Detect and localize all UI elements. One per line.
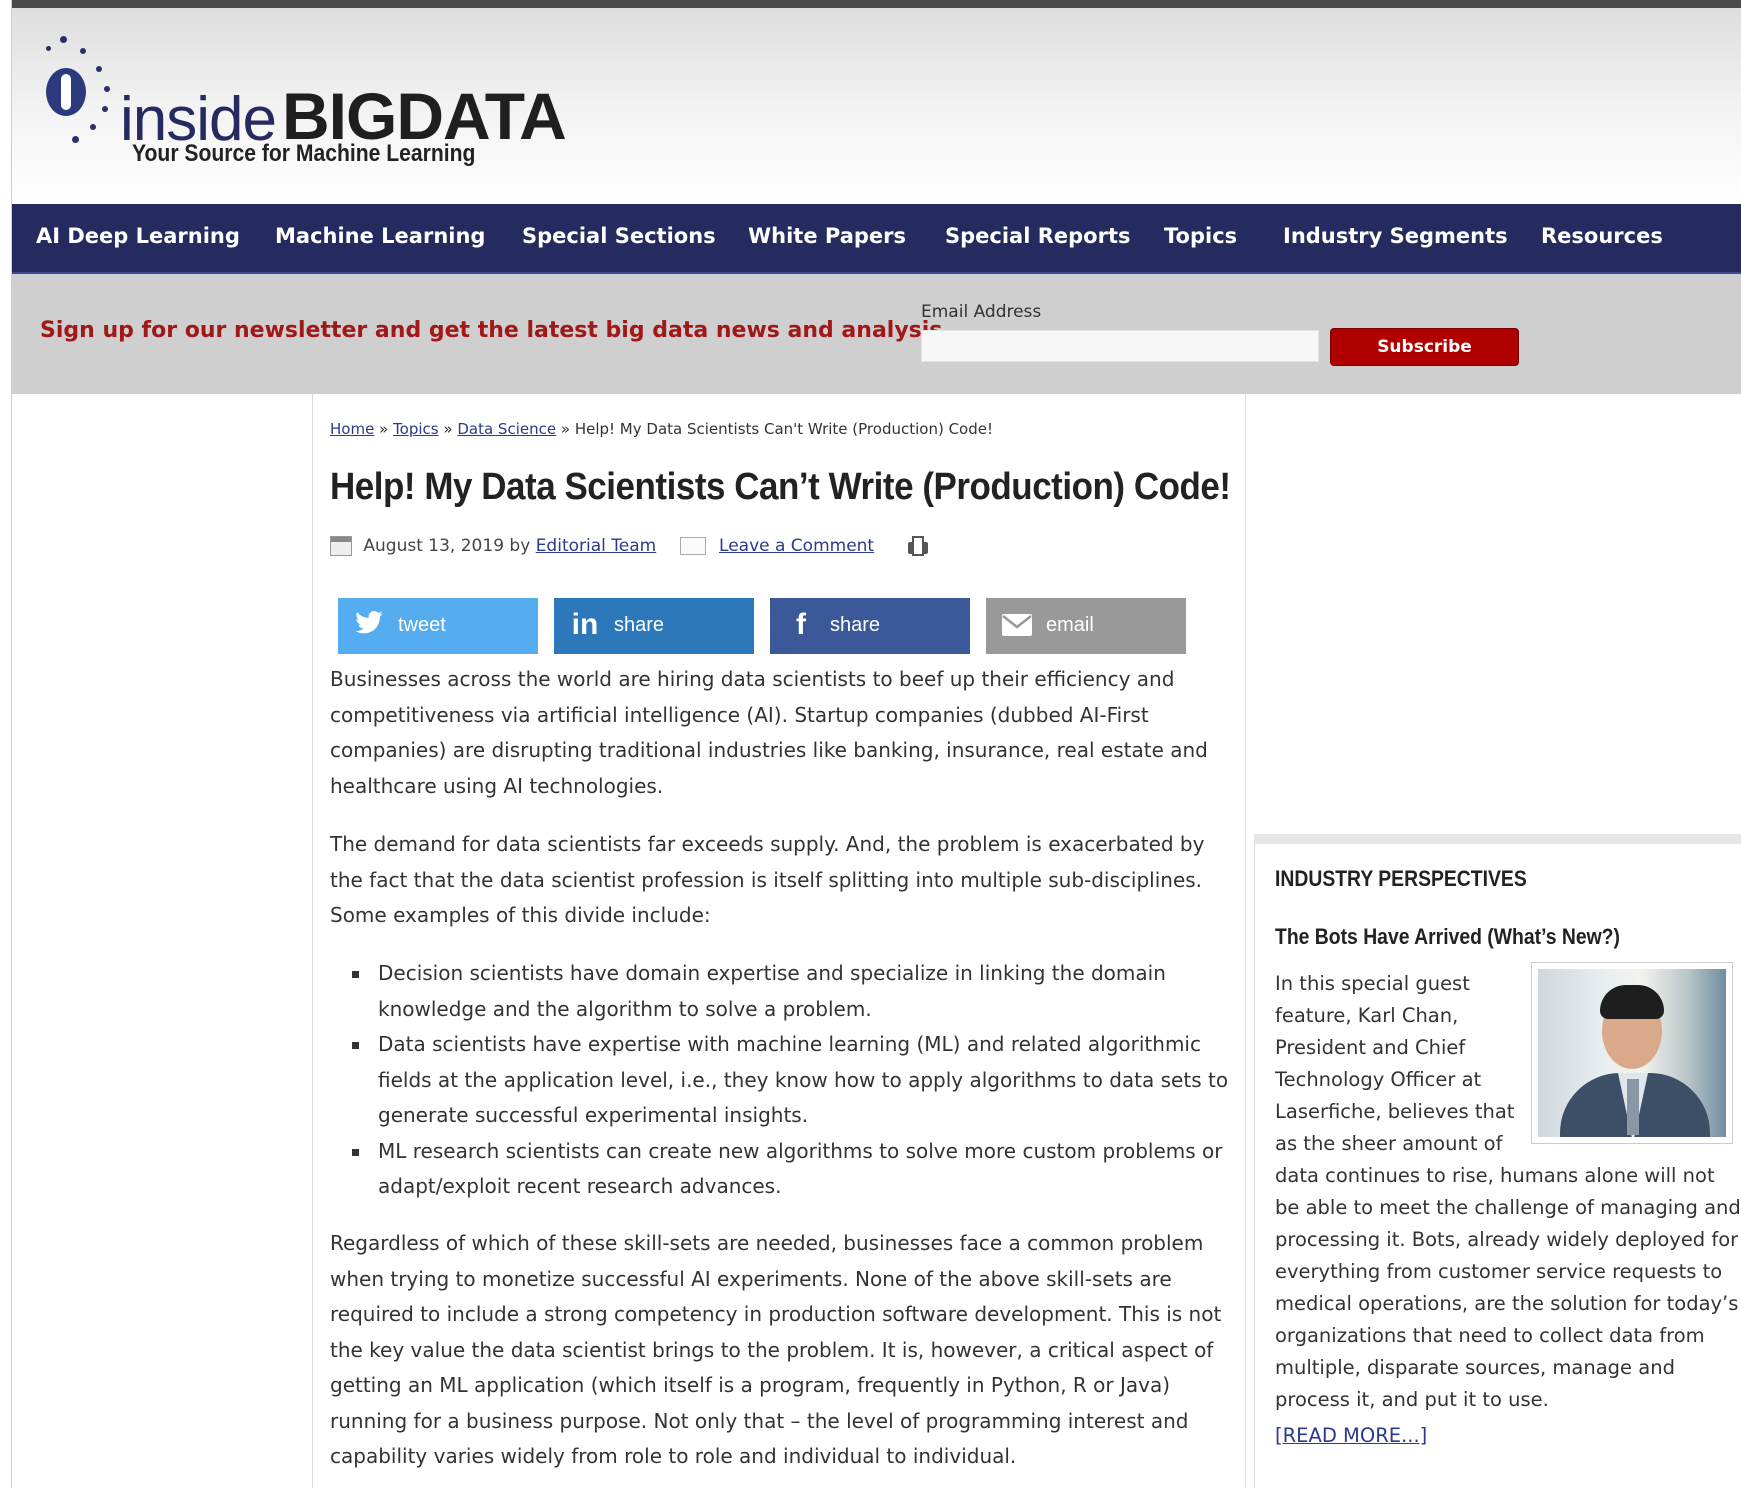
newsletter-text: Sign up for our newsletter and get the l… xyxy=(40,318,951,343)
sidebar-divider xyxy=(1254,834,1741,844)
window-top-border xyxy=(0,0,1741,8)
article-title: Help! My Data Scientists Can’t Write (Pr… xyxy=(330,466,1231,508)
article-paragraph: Regardless of which of these skill-sets … xyxy=(330,1231,1222,1468)
nav-item-machine-learning[interactable]: Machine Learning xyxy=(275,224,485,248)
tweet-button[interactable]: tweet xyxy=(338,598,538,654)
article-date: August 13, 2019 xyxy=(363,536,505,556)
sidebar-ad-area xyxy=(1254,394,1741,834)
linkedin-icon: in xyxy=(571,608,599,641)
logo-dot xyxy=(104,86,110,92)
comment-icon xyxy=(679,537,706,555)
logo-dot xyxy=(46,46,51,51)
sidebar-heading: INDUSTRY PERSPECTIVES xyxy=(1275,866,1527,891)
list-item: Data scientists have expertise with mach… xyxy=(330,1027,1230,1134)
nav-item-topics[interactable]: Topics xyxy=(1164,224,1237,248)
breadcrumb-current: Help! My Data Scientists Can't Write (Pr… xyxy=(574,420,993,438)
breadcrumb-home-link[interactable]: Home xyxy=(330,420,374,438)
facebook-icon: f xyxy=(796,608,806,641)
twitter-icon xyxy=(352,608,386,642)
author-link[interactable]: Editorial Team xyxy=(536,536,657,556)
email-field[interactable] xyxy=(921,330,1319,362)
linkedin-share-button[interactable]: in share xyxy=(554,598,754,654)
email-label: Email Address xyxy=(921,302,1042,322)
main-nav: AI Deep Learning Machine Learning Specia… xyxy=(12,204,1741,274)
nav-item-resources[interactable]: Resources xyxy=(1541,224,1663,248)
logo-mark-icon xyxy=(46,68,86,116)
nav-item-special-reports[interactable]: Special Reports xyxy=(945,224,1131,248)
leave-comment-link[interactable]: Leave a Comment xyxy=(719,536,874,556)
facebook-share-button[interactable]: f share xyxy=(770,598,970,654)
article-paragraph: The demand for data scientists far excee… xyxy=(330,832,1205,927)
envelope-icon xyxy=(1000,608,1034,642)
breadcrumb-topics-link[interactable]: Topics xyxy=(393,420,439,438)
logo-dot xyxy=(80,48,86,54)
list-item: ML research scientists can create new al… xyxy=(330,1134,1230,1205)
breadcrumb-separator: » xyxy=(443,420,453,438)
print-icon[interactable] xyxy=(906,534,930,558)
read-more-link[interactable]: [READ MORE...] xyxy=(1275,1424,1427,1447)
calendar-icon xyxy=(330,536,352,556)
email-share-button[interactable]: email xyxy=(986,598,1186,654)
sidebar-body: In this special guest feature, Karl Chan… xyxy=(1275,968,1741,1416)
article-by: by xyxy=(509,536,531,556)
breadcrumb-separator: » xyxy=(560,420,571,438)
article-meta: August 13, 2019 by Editorial Team Leave … xyxy=(330,534,930,562)
logo-dot xyxy=(60,36,67,43)
logo-dot xyxy=(90,124,96,130)
breadcrumb: Home » Topics » Data Science » Help! My … xyxy=(330,420,993,438)
article-bullet-list: Decision scientists have domain expertis… xyxy=(330,956,1230,1205)
list-item: Decision scientists have domain expertis… xyxy=(330,956,1230,1027)
breadcrumb-data-science-link[interactable]: Data Science xyxy=(457,420,556,438)
facebook-share-label: share xyxy=(830,614,881,636)
sidebar-article-title[interactable]: The Bots Have Arrived (What’s New?) xyxy=(1275,924,1620,950)
nav-item-special-sections[interactable]: Special Sections xyxy=(522,224,716,248)
email-share-label: email xyxy=(1046,614,1094,636)
subscribe-button[interactable]: Subscribe xyxy=(1330,328,1519,366)
newsletter-bar: Sign up for our newsletter and get the l… xyxy=(12,274,1741,394)
logo-dot xyxy=(72,136,79,143)
nav-item-industry-segments[interactable]: Industry Segments xyxy=(1283,224,1508,248)
site-header: inside BIGDATA Your Source for Machine L… xyxy=(12,8,1741,204)
linkedin-share-label: share xyxy=(614,614,665,636)
nav-item-white-papers[interactable]: White Papers xyxy=(748,224,906,248)
nav-item-ai-deep-learning[interactable]: AI Deep Learning xyxy=(36,224,240,248)
breadcrumb-separator: » xyxy=(379,420,389,438)
window-left-border xyxy=(0,0,12,1488)
logo-dot xyxy=(102,106,108,112)
logo-dot xyxy=(96,66,102,72)
site-tagline: Your Source for Machine Learning xyxy=(132,140,476,167)
article-paragraph: Businesses across the world are hiring d… xyxy=(330,667,1208,798)
tweet-label: tweet xyxy=(398,614,446,636)
